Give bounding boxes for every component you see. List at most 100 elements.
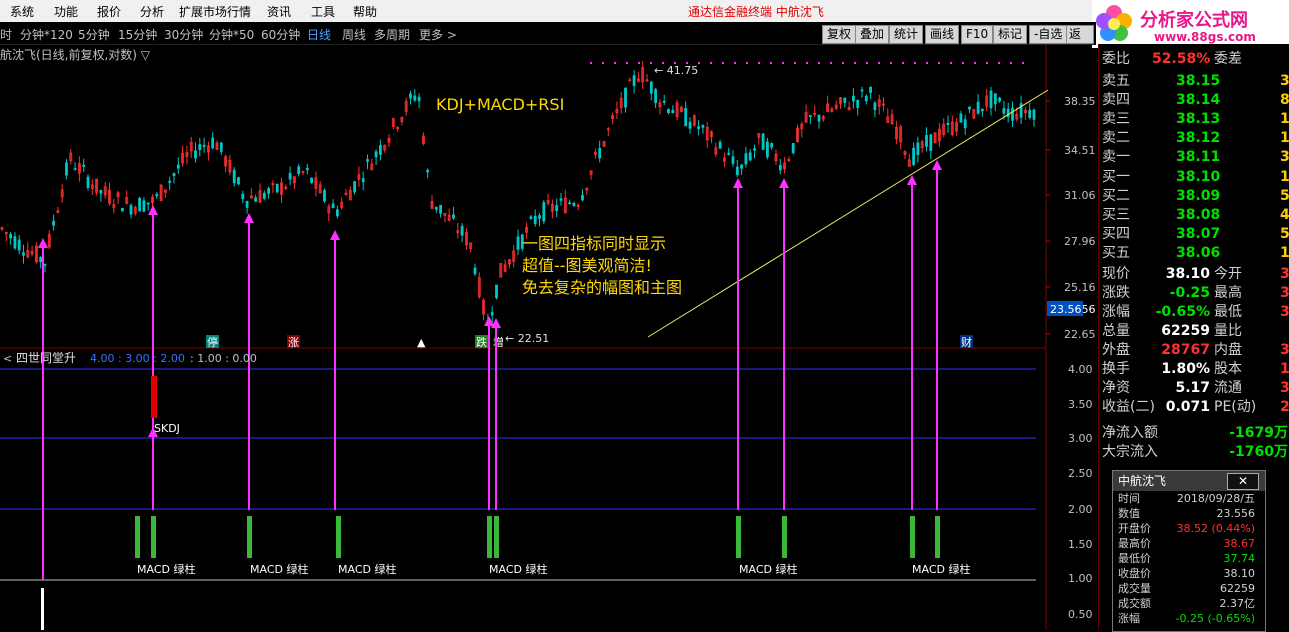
popup-cell: 38.67	[1223, 537, 1256, 550]
candle-body	[998, 97, 1001, 102]
popup-cell: 62259	[1220, 582, 1255, 595]
current-price-label: 23.56	[1050, 303, 1082, 316]
candle-body	[912, 147, 915, 165]
signal-dot	[698, 62, 700, 64]
candle-body	[770, 142, 774, 148]
quote-price: 38.11	[1176, 149, 1221, 165]
signal-dot	[938, 62, 940, 64]
macd-green-bar	[487, 516, 492, 558]
candle-body	[254, 197, 258, 202]
candle-body	[439, 204, 443, 214]
ask-row: 卖五 38.15 35	[1102, 72, 1289, 91]
sub-tick-label: 2.00	[1068, 503, 1093, 516]
signal-dot	[650, 62, 652, 64]
low-price-label: ← 22.51	[505, 332, 549, 345]
quote-price: 38.13	[1176, 111, 1221, 127]
quote-label: 卖二	[1102, 130, 1130, 146]
candle-body	[662, 100, 666, 103]
candle-body	[1006, 108, 1010, 118]
candle-body	[99, 189, 103, 194]
bid-row: 买五 38.06 100	[1102, 244, 1289, 263]
stat-row: 外盘 28767 内盘 3	[1102, 341, 1289, 360]
stat-cell: 净资	[1102, 380, 1130, 396]
candle-body	[473, 267, 477, 275]
quote-label: 卖三	[1102, 111, 1130, 127]
candle-body	[241, 193, 245, 200]
bid-row: 买二 38.09 50	[1102, 187, 1289, 206]
ask-row: 卖二 38.12 11	[1102, 129, 1289, 148]
candle-body	[22, 252, 25, 256]
candle-body	[413, 95, 417, 101]
popup-row: 开盘价 38.52 (0.44%)	[1113, 521, 1265, 536]
sub-tick-label: 1.50	[1068, 538, 1093, 551]
quote-label: 卖一	[1102, 149, 1130, 165]
macd-label: MACD 绿柱	[739, 562, 797, 576]
candle-body	[335, 209, 339, 217]
popup-title-bar[interactable]: 中航沈飞 ✕	[1113, 471, 1265, 491]
stat-cell: 涨跌	[1102, 285, 1130, 301]
kline-chart[interactable]: 38.35 34.51 31.06 27.96 25.16 23.56 22.65 4.00 3…	[0, 0, 1098, 630]
quote-volume: 50	[1280, 188, 1289, 204]
quote-price: 38.12	[1176, 130, 1221, 146]
candle-body	[766, 141, 769, 158]
candle-body	[1028, 109, 1032, 118]
signal-dot	[602, 62, 604, 64]
flow-cell: -1760万	[1229, 444, 1288, 460]
candle-body	[581, 194, 584, 201]
candle-body	[538, 215, 541, 219]
candle-body	[417, 96, 421, 102]
candle-body	[727, 153, 731, 155]
candle-body	[688, 121, 692, 129]
flow-row: 净流入额 -1679万	[1102, 424, 1289, 443]
stat-cell: 流通	[1214, 380, 1242, 396]
signal-dot	[986, 62, 988, 64]
signal-dot	[818, 62, 820, 64]
site-logo: 分析家公式网 www.88gs.com	[1092, 0, 1289, 48]
stat-cell: 2	[1280, 399, 1289, 415]
macd-green-bar	[247, 516, 252, 558]
candle-body	[490, 312, 494, 316]
bid-row: 买四 38.07 50	[1102, 225, 1289, 244]
close-icon[interactable]: ✕	[1227, 473, 1259, 490]
candle-body	[701, 124, 705, 128]
sub-chart-levels: 4.00 : 3.00 : 2.00	[90, 352, 185, 365]
signal-dot	[806, 62, 808, 64]
candle-body	[963, 119, 967, 129]
candle-body	[654, 89, 657, 104]
annotation-text: 一图四指标同时显示	[522, 234, 666, 253]
price-tick-label: 31.06	[1064, 189, 1096, 202]
stat-cell: 换手	[1102, 361, 1130, 377]
signal-dot	[782, 62, 784, 64]
stat-row: 净资 5.17流通 3.	[1102, 379, 1289, 398]
popup-cell: -0.25 (-0.65%)	[1175, 612, 1255, 625]
stat-cell: PE(动)	[1214, 399, 1257, 415]
candle-body	[542, 202, 546, 222]
stat-cell: 14	[1280, 361, 1289, 377]
candle-body	[305, 167, 309, 171]
popup-title: 中航沈飞	[1118, 474, 1167, 488]
macd-green-bar	[336, 516, 341, 558]
stat-cell: 内盘	[1214, 342, 1242, 358]
candle-body	[168, 180, 172, 183]
stat-row: 涨幅 -0.65% 最低 3	[1102, 303, 1289, 322]
signal-dot	[770, 62, 772, 64]
stat-row: 收益(二) 0.071 PE(动) 2	[1102, 398, 1289, 417]
signal-dot	[710, 62, 712, 64]
sub-tick-label: 3.00	[1068, 432, 1093, 445]
sub-tick-label: 0.50	[1068, 608, 1093, 621]
signal-dot	[1022, 62, 1024, 64]
candle-body	[809, 115, 812, 117]
stat-cell: 28767	[1161, 342, 1210, 358]
quote-label: 卖五	[1102, 73, 1130, 89]
stat-cell: 今开	[1214, 266, 1242, 282]
popup-row: 时间 2018/09/28/五	[1113, 491, 1265, 506]
quote-price: 38.10	[1176, 169, 1221, 185]
macd-green-bar	[935, 516, 940, 558]
candle-body	[129, 205, 133, 215]
macd-label: MACD 绿柱	[250, 562, 308, 576]
candle-body	[735, 166, 739, 176]
volume-bar	[41, 588, 44, 630]
signal-dot	[830, 62, 832, 64]
candle-body	[155, 194, 159, 197]
popup-row: 成交量 62259	[1113, 581, 1265, 596]
